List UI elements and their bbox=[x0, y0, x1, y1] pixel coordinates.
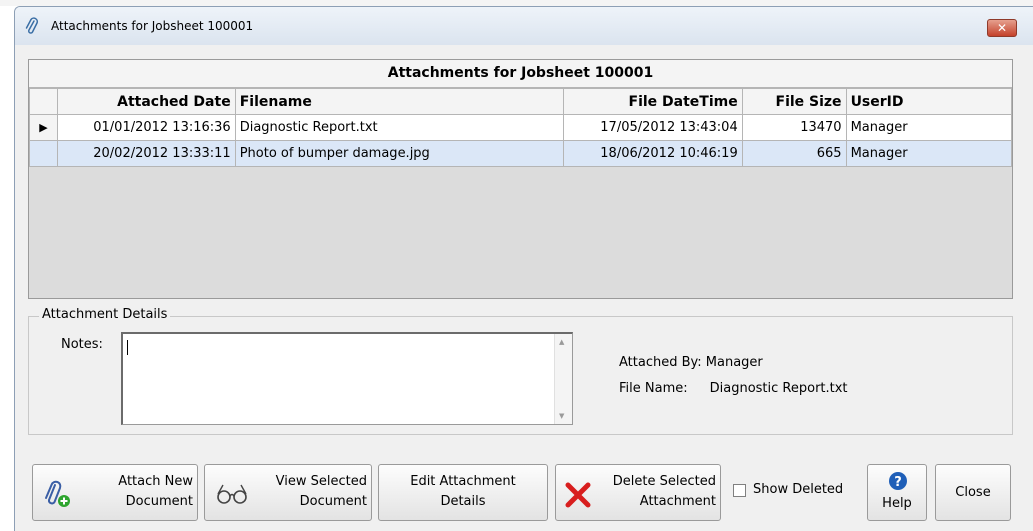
cell-file-size[interactable]: 13470 bbox=[741, 114, 847, 141]
cell-file-size[interactable]: 665 bbox=[741, 140, 847, 167]
cell-userid[interactable]: Manager bbox=[845, 140, 1013, 167]
view-selected-document-label: View Selected Document bbox=[276, 472, 367, 512]
svg-text:?: ? bbox=[894, 475, 902, 490]
edit-attachment-details-button[interactable]: Edit Attachment Details bbox=[378, 464, 548, 521]
edit-attachment-details-label: Edit Attachment Details bbox=[379, 472, 547, 512]
close-window-button[interactable]: ✕ bbox=[987, 19, 1017, 37]
help-icon: ? bbox=[889, 472, 907, 490]
view-label-line1: View Selected bbox=[275, 474, 367, 489]
close-button[interactable]: Close bbox=[935, 464, 1011, 521]
table-header-row: Attached Date Filename File DateTime Fil… bbox=[29, 88, 1013, 115]
attached-by-text: Attached By: Manager bbox=[619, 355, 763, 370]
cell-file-datetime[interactable]: 17/05/2012 13:43:04 bbox=[562, 114, 743, 141]
attach-label-line1: Attach New bbox=[118, 474, 193, 489]
attach-label-line2: Document bbox=[125, 494, 193, 509]
title-bar[interactable]: Attachments for Jobsheet 100001 ✕ bbox=[15, 7, 1033, 45]
cell-filename[interactable]: Diagnostic Report.txt bbox=[234, 114, 564, 141]
edit-label-line1: Edit Attachment bbox=[410, 474, 516, 489]
attachment-details-legend: Attachment Details bbox=[39, 307, 171, 322]
red-x-icon bbox=[565, 482, 591, 508]
view-selected-document-button[interactable]: View Selected Document bbox=[204, 464, 372, 521]
delete-label-line1: Delete Selected bbox=[612, 474, 716, 489]
delete-selected-attachment-button[interactable]: Delete Selected Attachment bbox=[555, 464, 721, 521]
cell-attached-date[interactable]: 01/01/2012 13:16:36 bbox=[56, 114, 236, 141]
notes-scrollbar[interactable]: ▲ ▼ bbox=[554, 334, 572, 424]
attachments-table: Attached Date Filename File DateTime Fil… bbox=[29, 88, 1013, 167]
row-indicator-header bbox=[29, 88, 58, 115]
table-row[interactable]: 20/02/2012 13:33:11 Photo of bumper dama… bbox=[29, 140, 1013, 167]
delete-label-line2: Attachment bbox=[639, 494, 716, 509]
cell-userid[interactable]: Manager bbox=[845, 114, 1013, 141]
close-label: Close bbox=[955, 485, 991, 500]
cell-attached-date[interactable]: 20/02/2012 13:33:11 bbox=[56, 140, 236, 167]
grid-title: Attachments for Jobsheet 100001 bbox=[29, 60, 1012, 88]
delete-selected-attachment-label: Delete Selected Attachment bbox=[613, 472, 716, 512]
column-header-filename[interactable]: Filename bbox=[234, 88, 564, 115]
cell-filename[interactable]: Photo of bumper damage.jpg bbox=[234, 140, 564, 167]
column-header-attached-date[interactable]: Attached Date bbox=[56, 88, 236, 115]
paperclip-icon bbox=[25, 17, 39, 34]
table-row[interactable]: ▶ 01/01/2012 13:16:36 Diagnostic Report.… bbox=[29, 114, 1013, 141]
column-header-userid[interactable]: UserID bbox=[845, 88, 1013, 115]
glasses-icon bbox=[217, 484, 247, 504]
attachments-dialog: Attachments for Jobsheet 100001 ✕ Attach… bbox=[14, 6, 1033, 531]
view-label-line2: Document bbox=[299, 494, 367, 509]
help-label: Help bbox=[882, 496, 912, 511]
scroll-up-arrow-icon[interactable]: ▲ bbox=[559, 338, 564, 346]
cell-file-datetime[interactable]: 18/06/2012 10:46:19 bbox=[562, 140, 743, 167]
attachments-grid: Attachments for Jobsheet 100001 Attached… bbox=[28, 59, 1013, 299]
paperclip-add-icon bbox=[45, 480, 70, 507]
file-name-label: File Name: bbox=[619, 381, 688, 396]
notes-label: Notes: bbox=[61, 337, 103, 352]
edit-label-line2: Details bbox=[440, 494, 486, 509]
current-row-indicator-icon: ▶ bbox=[29, 114, 58, 141]
notes-textarea[interactable]: ▲ ▼ bbox=[121, 332, 573, 425]
attachment-details-group: Attachment Details Notes: ▲ ▼ Attached B… bbox=[28, 307, 1013, 435]
help-button[interactable]: ? Help bbox=[867, 464, 927, 521]
show-deleted-label[interactable]: Show Deleted bbox=[753, 482, 843, 497]
row-indicator-cell bbox=[29, 140, 58, 167]
window-title: Attachments for Jobsheet 100001 bbox=[51, 19, 254, 33]
text-caret bbox=[127, 340, 128, 355]
column-header-file-size[interactable]: File Size bbox=[741, 88, 847, 115]
file-name-value: Diagnostic Report.txt bbox=[709, 381, 848, 396]
attach-new-document-button[interactable]: Attach New Document bbox=[32, 464, 198, 521]
scroll-down-arrow-icon[interactable]: ▼ bbox=[559, 412, 564, 420]
file-name-info: File Name: Diagnostic Report.txt bbox=[619, 381, 848, 396]
show-deleted-checkbox[interactable] bbox=[733, 484, 746, 497]
attach-new-document-label: Attach New Document bbox=[118, 472, 193, 512]
column-header-file-datetime[interactable]: File DateTime bbox=[562, 88, 743, 115]
